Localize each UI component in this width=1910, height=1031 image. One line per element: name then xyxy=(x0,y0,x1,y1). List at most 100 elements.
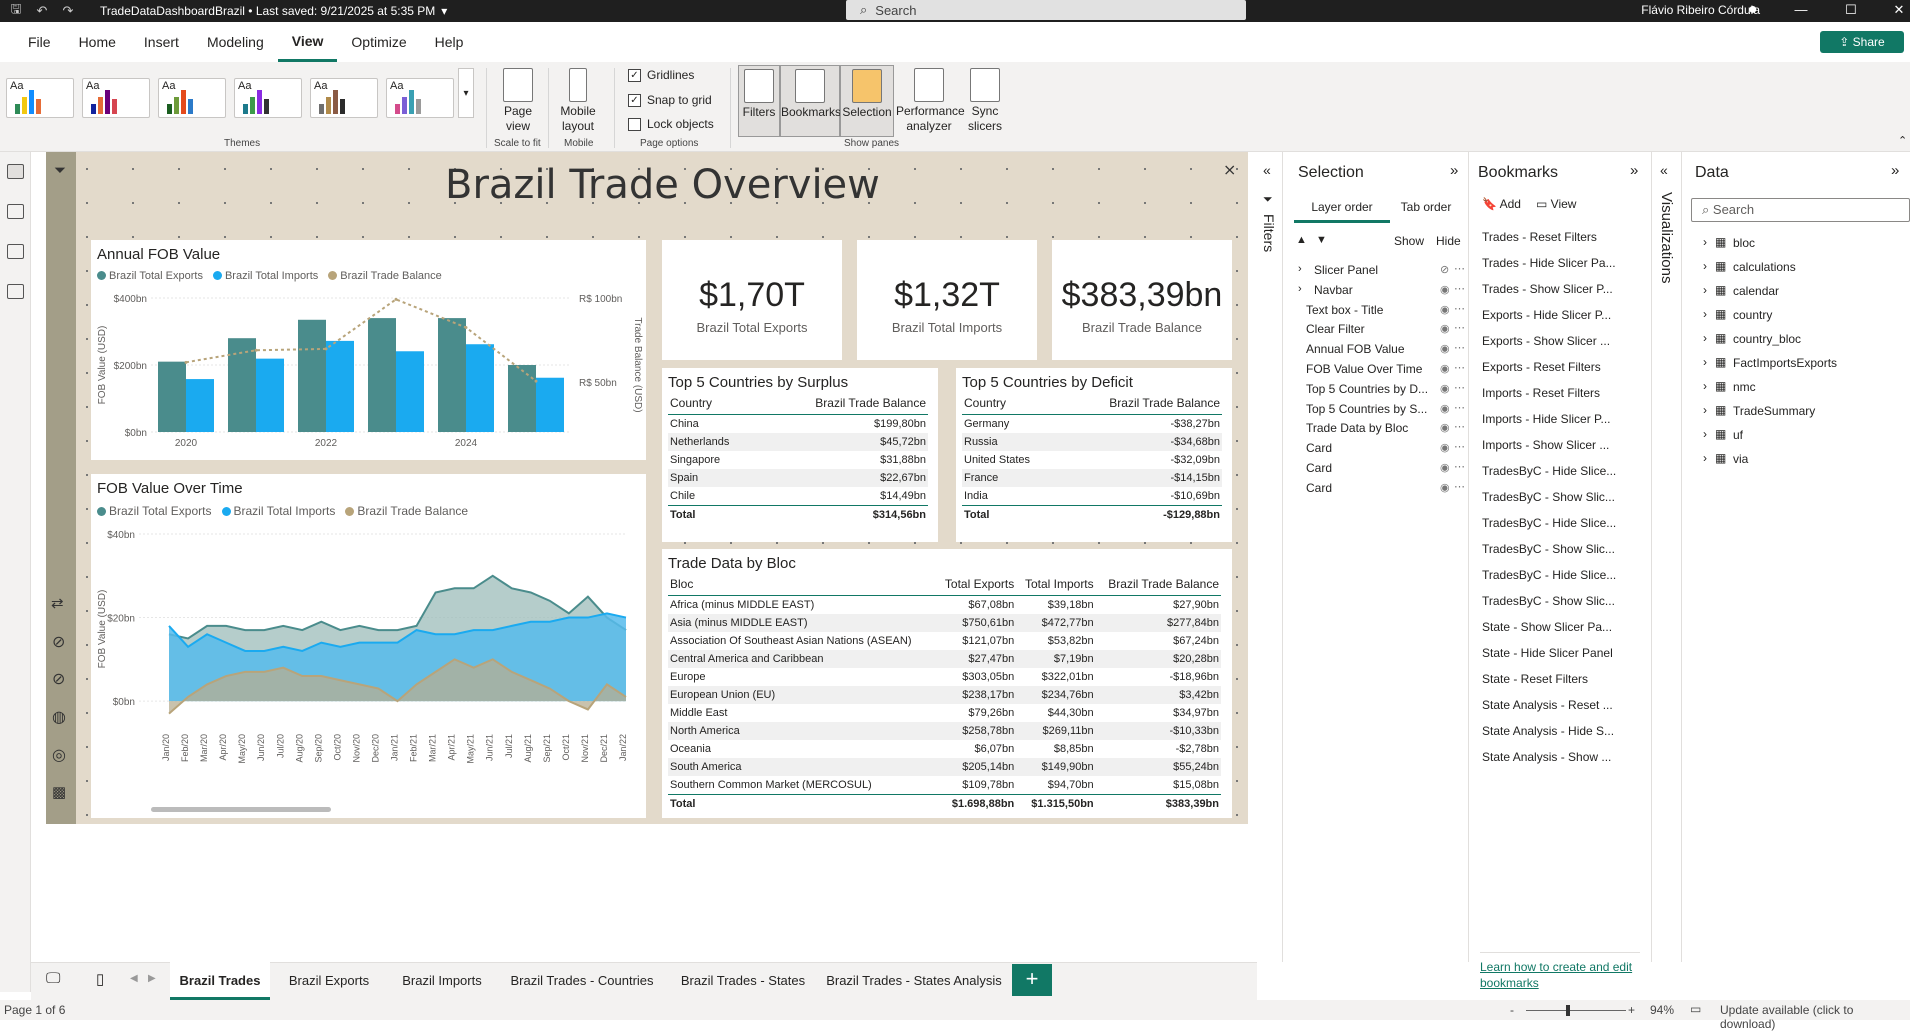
zoom-slider-handle[interactable] xyxy=(1566,1005,1570,1016)
table-row[interactable]: Netherlands $45,72bn xyxy=(668,433,928,451)
chevron-down-icon[interactable]: ▾ xyxy=(441,4,447,18)
search-input[interactable]: ⌕ Search xyxy=(846,0,1246,20)
gridlines-checkbox[interactable]: ✓ Gridlines xyxy=(628,68,694,82)
eye-icon[interactable]: ◉ xyxy=(1440,461,1450,474)
data-table-item[interactable]: › ▦ nmc xyxy=(1683,378,1910,398)
eye-icon[interactable]: ◉ xyxy=(1440,283,1450,296)
bookmark-item[interactable]: Trades - Reset Filters xyxy=(1482,230,1597,244)
table-row[interactable]: India -$10,69bn xyxy=(962,487,1222,506)
chevron-right-icon[interactable]: › xyxy=(1703,451,1707,465)
eye-icon[interactable]: ◉ xyxy=(1440,322,1450,335)
clear-filter-icon[interactable]: ⨯ xyxy=(1223,160,1236,180)
bookmark-item[interactable]: TradesByC - Hide Slice... xyxy=(1482,516,1616,530)
minimize-icon[interactable]: — xyxy=(1778,0,1824,22)
eye-icon[interactable]: ◉ xyxy=(1440,382,1450,395)
more-options-icon[interactable]: ⋯ xyxy=(1454,361,1465,374)
eye-icon[interactable]: ◉ xyxy=(1440,441,1450,454)
table-row[interactable]: Chile $14,49bn xyxy=(668,487,928,506)
selection-item[interactable]: Trade Data by Bloc ◉ ⋯ xyxy=(1284,420,1469,438)
eye-icon[interactable]: ◉ xyxy=(1440,303,1450,316)
update-notice[interactable]: Update available (click to download) xyxy=(1720,1003,1910,1031)
table-row[interactable]: Singapore $31,88bn xyxy=(668,451,928,469)
bookmark-item[interactable]: Imports - Hide Slicer P... xyxy=(1482,412,1610,426)
menu-insert[interactable]: Insert xyxy=(130,22,193,62)
visualizations-pane-collapsed[interactable]: « Visualizations xyxy=(1652,152,1682,962)
chevron-right-icon[interactable]: › xyxy=(1703,331,1707,345)
menu-file[interactable]: File xyxy=(14,22,65,62)
page-view-button[interactable]: Page view xyxy=(496,68,540,134)
bookmarks-button[interactable]: Bookmarks xyxy=(780,65,841,137)
bookmark-item[interactable]: State - Reset Filters xyxy=(1482,672,1588,686)
document-title[interactable]: TradeDataDashboardBrazil • Last saved: 9… xyxy=(100,4,435,18)
bookmark-item[interactable]: Trades - Hide Slicer Pa... xyxy=(1482,256,1616,270)
more-options-icon[interactable]: ⋯ xyxy=(1454,381,1465,394)
card-total-exports[interactable]: $1,70T Brazil Total Exports xyxy=(662,240,842,360)
theme-option[interactable]: Aa xyxy=(6,78,74,118)
page-tab[interactable]: Brazil Exports xyxy=(274,962,384,1000)
column-header[interactable]: Country xyxy=(962,392,1061,415)
collapse-icon[interactable]: » xyxy=(1450,162,1458,179)
move-up-icon[interactable]: ▲ xyxy=(1296,234,1307,246)
zoom-level[interactable]: 94% xyxy=(1650,1003,1674,1017)
theme-option[interactable]: Aa xyxy=(82,78,150,118)
more-options-icon[interactable]: ⋯ xyxy=(1454,480,1465,493)
data-table-item[interactable]: › ▦ uf xyxy=(1683,426,1910,446)
page-tab[interactable]: Brazil Imports xyxy=(388,962,496,1000)
chevron-right-icon[interactable]: › xyxy=(1703,427,1707,441)
menu-view[interactable]: View xyxy=(277,22,338,62)
maximize-icon[interactable]: ☐ xyxy=(1828,0,1874,22)
menu-optimize[interactable]: Optimize xyxy=(337,22,420,62)
user-name[interactable]: Flávio Ribeiro Córdula xyxy=(1641,3,1760,17)
bookmark-item[interactable]: Exports - Reset Filters xyxy=(1482,360,1601,374)
undo-icon[interactable]: ↶ xyxy=(32,3,52,19)
add-bookmark-button[interactable]: 🔖 Add xyxy=(1482,197,1521,211)
bookmark-item[interactable]: State Analysis - Hide S... xyxy=(1482,724,1614,738)
balance-point[interactable] xyxy=(184,360,188,364)
selection-item[interactable]: FOB Value Over Time ◉ ⋯ xyxy=(1284,361,1469,379)
selection-item[interactable]: Card ◉ ⋯ xyxy=(1284,440,1469,458)
eye-icon[interactable]: ⊘ xyxy=(1440,263,1449,276)
filters-pane-collapsed[interactable]: « ⏷ Filters xyxy=(1257,152,1283,962)
bookmark-item[interactable]: State - Show Slicer Pa... xyxy=(1482,620,1612,634)
selection-item[interactable]: › Navbar ◉ ⋯ xyxy=(1284,282,1469,300)
horizontal-scrollbar[interactable] xyxy=(151,807,331,812)
model-view-icon[interactable] xyxy=(7,244,24,259)
redo-icon[interactable]: ↷ xyxy=(58,3,78,19)
collapse-icon[interactable]: » xyxy=(1630,162,1638,179)
table-row[interactable]: European Union (EU) $238,17bn $234,76bn $3,… xyxy=(668,686,1221,704)
swap-icon[interactable]: ⇄ xyxy=(51,594,64,612)
chevron-right-icon[interactable]: › xyxy=(1703,235,1707,249)
chevron-right-icon[interactable]: › xyxy=(1703,379,1707,393)
column-header[interactable]: Bloc xyxy=(668,573,937,596)
bookmark-item[interactable]: State Analysis - Show ... xyxy=(1482,750,1611,764)
desktop-layout-icon[interactable]: 🖵 xyxy=(46,970,60,987)
more-options-icon[interactable]: ⋯ xyxy=(1454,460,1465,473)
selection-item[interactable]: Card ◉ ⋯ xyxy=(1284,460,1469,478)
data-table-item[interactable]: › ▦ calendar xyxy=(1683,282,1910,302)
save-icon[interactable]: 🖫 xyxy=(6,0,26,22)
selection-item[interactable]: Top 5 Countries by S... ◉ ⋯ xyxy=(1284,401,1469,419)
bar-exports[interactable] xyxy=(298,319,326,432)
bar-imports[interactable] xyxy=(256,358,284,432)
data-table-item[interactable]: › ▦ country_bloc xyxy=(1683,330,1910,350)
table-row[interactable]: North America $258,78bn $269,11bn -$10,33bn xyxy=(668,722,1221,740)
more-options-icon[interactable]: ⋯ xyxy=(1454,282,1465,295)
column-header[interactable]: Country xyxy=(668,392,761,415)
tab-layer-order[interactable]: Layer order xyxy=(1294,197,1390,223)
menu-help[interactable]: Help xyxy=(421,22,478,62)
selection-button[interactable]: Selection xyxy=(840,65,894,137)
top5-deficit-table[interactable]: Top 5 Countries by Deficit Country Brazil… xyxy=(956,368,1232,542)
balance-point[interactable] xyxy=(324,347,328,351)
selection-item[interactable]: Top 5 Countries by D... ◉ ⋯ xyxy=(1284,381,1469,399)
selection-item[interactable]: Text box - Title ◉ ⋯ xyxy=(1284,302,1469,320)
table-row[interactable]: Central America and Caribbean $27,47bn $7,… xyxy=(668,650,1221,668)
table-row[interactable]: Association Of Southeast Asian Nations (… xyxy=(668,632,1221,650)
more-options-icon[interactable]: ⋯ xyxy=(1454,420,1465,433)
eye-icon[interactable]: ◉ xyxy=(1440,402,1450,415)
data-table-item[interactable]: › ▦ bloc xyxy=(1683,234,1910,254)
bookmark-item[interactable]: TradesByC - Hide Slice... xyxy=(1482,464,1616,478)
card-total-imports[interactable]: $1,32T Brazil Total Imports xyxy=(857,240,1037,360)
close-icon[interactable]: ✕ xyxy=(1876,0,1910,22)
bar-imports[interactable] xyxy=(466,344,494,432)
chevron-right-icon[interactable]: › xyxy=(1703,283,1707,297)
